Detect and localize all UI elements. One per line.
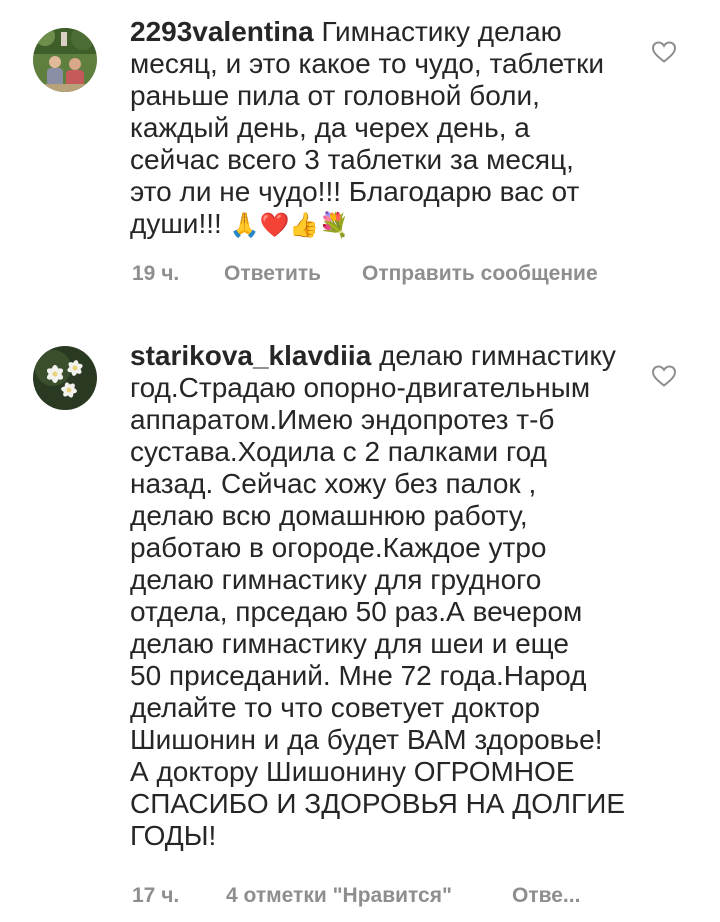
emoji-group: 🙏❤️👍💐 [229, 211, 350, 239]
avatar-photo [33, 346, 97, 410]
comment-line: назад. Сейчас хожу без палок , [130, 468, 537, 499]
comment-username[interactable]: 2293valentina [130, 16, 314, 47]
comment-time: 19 ч. [132, 262, 180, 285]
comment-line: делаю гимнастику для грудного [130, 564, 542, 595]
comment-line: делайте то что советует доктор [130, 692, 540, 723]
likes-count-link[interactable]: 4 отметки "Нравится" [226, 884, 452, 908]
comment-line: аппаратом.Имею эндопротез т-б [130, 404, 555, 435]
reply-button[interactable]: Отве... [512, 884, 580, 908]
comment-line: сустава.Ходила с 2 палками год [130, 436, 547, 467]
comment-line: СПАСИБО И ЗДОРОВЬЯ НА ДОЛГИЕ [130, 788, 626, 819]
comment-line: ГОДЫ! [130, 820, 217, 851]
comment-time: 17 ч. [132, 884, 180, 907]
heart-outline-icon[interactable] [651, 364, 677, 388]
comment-text: starikova_klavdiia делаю гимнастику год.… [130, 340, 630, 852]
comment-text: 2293valentina Гимнастику делаю месяц, и … [130, 16, 630, 241]
avatar-photo [33, 28, 97, 92]
reply-button[interactable]: Ответить [224, 262, 321, 286]
comment-line: работаю в огороде.Каждое утро [130, 532, 547, 563]
avatar[interactable] [33, 346, 97, 410]
comment-username[interactable]: starikova_klavdiia [130, 340, 371, 371]
comment-line: сейчас всего 3 таблетки за месяц, [130, 144, 574, 175]
comment-line: А доктору Шишонину ОГРОМНОЕ [130, 756, 575, 787]
avatar[interactable] [33, 28, 97, 92]
comment-line: делаю всю домашнюю работу, [130, 500, 528, 531]
comment-line: раньше пила от головной боли, [130, 80, 540, 111]
comment-line: делаю гимнастику для шеи и еще [130, 628, 569, 659]
comment-line: Гимнастику делаю [321, 16, 562, 47]
comment-line: каждый день, да черех день, а [130, 112, 530, 143]
comment-line: отдела, прседаю 50 раз.А вечером [130, 596, 583, 627]
comment-line: это ли не чудо!!! Благодарю вас от [130, 176, 580, 207]
comment-line: 50 приседаний. Мне 72 года.Народ [130, 660, 587, 691]
heart-outline-icon[interactable] [651, 40, 677, 64]
comment-line: делаю гимнастику [379, 340, 616, 371]
comment-line: души!!! [130, 208, 222, 239]
comment-line: год.Страдаю опорно-двигательным [130, 372, 591, 403]
send-message-button[interactable]: Отправить сообщение [362, 262, 598, 286]
comment-line: Шишонин и да будет ВАМ здоровье! [130, 724, 603, 755]
comment-line: месяц, и это какое то чудо, таблетки [130, 48, 605, 79]
